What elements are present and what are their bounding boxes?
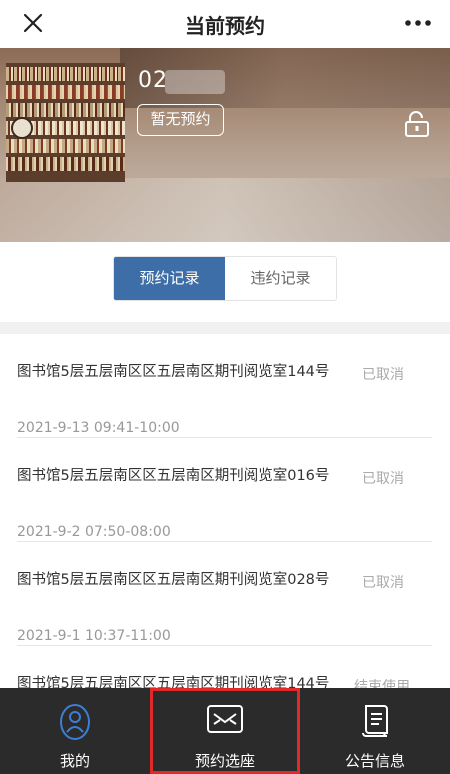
user-id: 02 <box>138 68 168 93</box>
tabbar-label: 我的 <box>59 752 90 770</box>
banner-background-lower <box>0 178 450 242</box>
record-time: 2021-9-13 09:41-10:00 <box>17 420 180 436</box>
tab-violation-records[interactable]: 违约记录 <box>225 257 336 300</box>
record-time: 2021-9-1 10:37-11:00 <box>17 628 171 644</box>
top-nav: 当前预约 <box>0 0 450 48</box>
record-place: 图书馆5层五层南区区五层南区期刊阅览室144号 <box>17 364 330 380</box>
list-item[interactable]: 图书馆5层五层南区区五层南区期刊阅览室144号 结束使用 <box>0 646 450 688</box>
tabbar-item-mine[interactable]: 我的 <box>0 688 150 774</box>
tabbar-item-reserve[interactable]: 预约选座 <box>150 688 300 774</box>
record-place: 图书馆5层五层南区区五层南区期刊阅览室144号 <box>17 676 330 688</box>
list-item[interactable]: 图书馆5层五层南区区五层南区期刊阅览室144号 2021-9-13 09:41-… <box>0 334 450 438</box>
record-place: 图书馆5层五层南区区五层南区期刊阅览室028号 <box>17 572 330 588</box>
tabbar-label: 预约选座 <box>194 752 255 770</box>
list-item[interactable]: 图书馆5层五层南区区五层南区期刊阅览室016号 2021-9-2 07:50-0… <box>0 438 450 542</box>
user-id-mask <box>165 70 225 94</box>
record-status: 结束使用 <box>354 679 410 688</box>
more-icon[interactable] <box>400 8 436 38</box>
record-status: 已取消 <box>362 575 404 591</box>
user-icon <box>60 704 90 740</box>
tabbar-label: 公告信息 <box>344 752 405 770</box>
lock-icon[interactable] <box>403 110 431 138</box>
page-title: 当前预约 <box>185 14 265 38</box>
envelope-icon <box>207 705 243 733</box>
tabbar-item-notices[interactable]: 公告信息 <box>300 688 450 774</box>
record-status: 已取消 <box>362 367 404 383</box>
tab-reservation-records[interactable]: 预约记录 <box>114 257 225 300</box>
status-badge: 暂无预约 <box>137 104 224 136</box>
record-place: 图书馆5层五层南区区五层南区期刊阅览室016号 <box>17 468 330 484</box>
record-tabs: 预约记录 违约记录 <box>113 256 337 301</box>
record-status: 已取消 <box>362 471 404 487</box>
records-list: 图书馆5层五层南区区五层南区期刊阅览室144号 2021-9-13 09:41-… <box>0 334 450 688</box>
list-item[interactable]: 图书馆5层五层南区区五层南区期刊阅览室028号 2021-9-1 10:37-1… <box>0 542 450 646</box>
library-photo <box>6 63 125 182</box>
profile-banner: 02 暂无预约 <box>0 48 450 242</box>
scroll-icon <box>362 705 388 737</box>
record-time: 2021-9-2 07:50-08:00 <box>17 524 171 540</box>
section-divider <box>0 322 450 334</box>
bottom-tab-bar: 我的 预约选座 公告信息 <box>0 688 450 774</box>
